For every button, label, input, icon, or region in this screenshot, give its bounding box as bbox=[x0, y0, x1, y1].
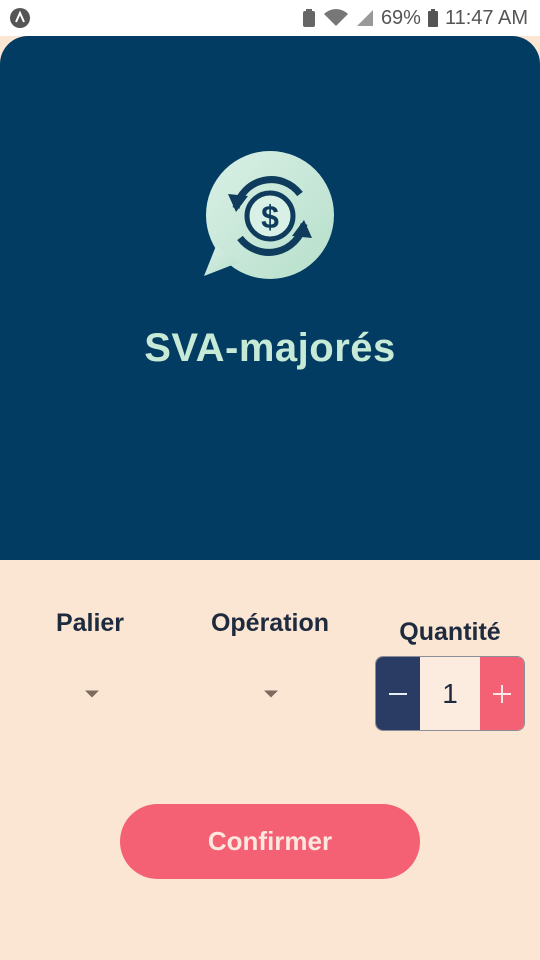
quantity-stepper: 1 bbox=[375, 656, 525, 731]
quantite-label: Quantité bbox=[399, 618, 501, 646]
sync-icon bbox=[302, 9, 315, 27]
battery-percent: 69% bbox=[380, 6, 421, 29]
quantity-value[interactable]: 1 bbox=[420, 657, 480, 730]
increment-button[interactable] bbox=[480, 657, 524, 730]
minus-icon bbox=[389, 692, 407, 695]
battery-icon bbox=[427, 9, 438, 27]
operation-dropdown[interactable] bbox=[231, 676, 311, 712]
currency-exchange-chat-icon: $ bbox=[204, 151, 334, 279]
palier-dropdown[interactable] bbox=[52, 676, 132, 712]
decrement-button[interactable] bbox=[376, 657, 420, 730]
plus-icon bbox=[493, 684, 511, 703]
wifi-icon bbox=[323, 9, 348, 26]
app-title: SVA-majorés bbox=[144, 326, 396, 370]
chevron-down-icon bbox=[85, 690, 99, 698]
clock: 11:47 AM bbox=[444, 6, 528, 29]
signal-icon bbox=[356, 10, 373, 26]
svg-text:$: $ bbox=[261, 199, 279, 235]
palier-label: Palier bbox=[55, 609, 125, 637]
chevron-down-icon bbox=[264, 690, 278, 698]
app-notification-icon bbox=[10, 8, 30, 28]
operation-label: Opération bbox=[210, 609, 330, 637]
hero-banner bbox=[0, 36, 540, 560]
status-bar: 69% 11:47 AM bbox=[0, 0, 540, 36]
confirm-button[interactable]: Confirmer bbox=[120, 804, 420, 879]
